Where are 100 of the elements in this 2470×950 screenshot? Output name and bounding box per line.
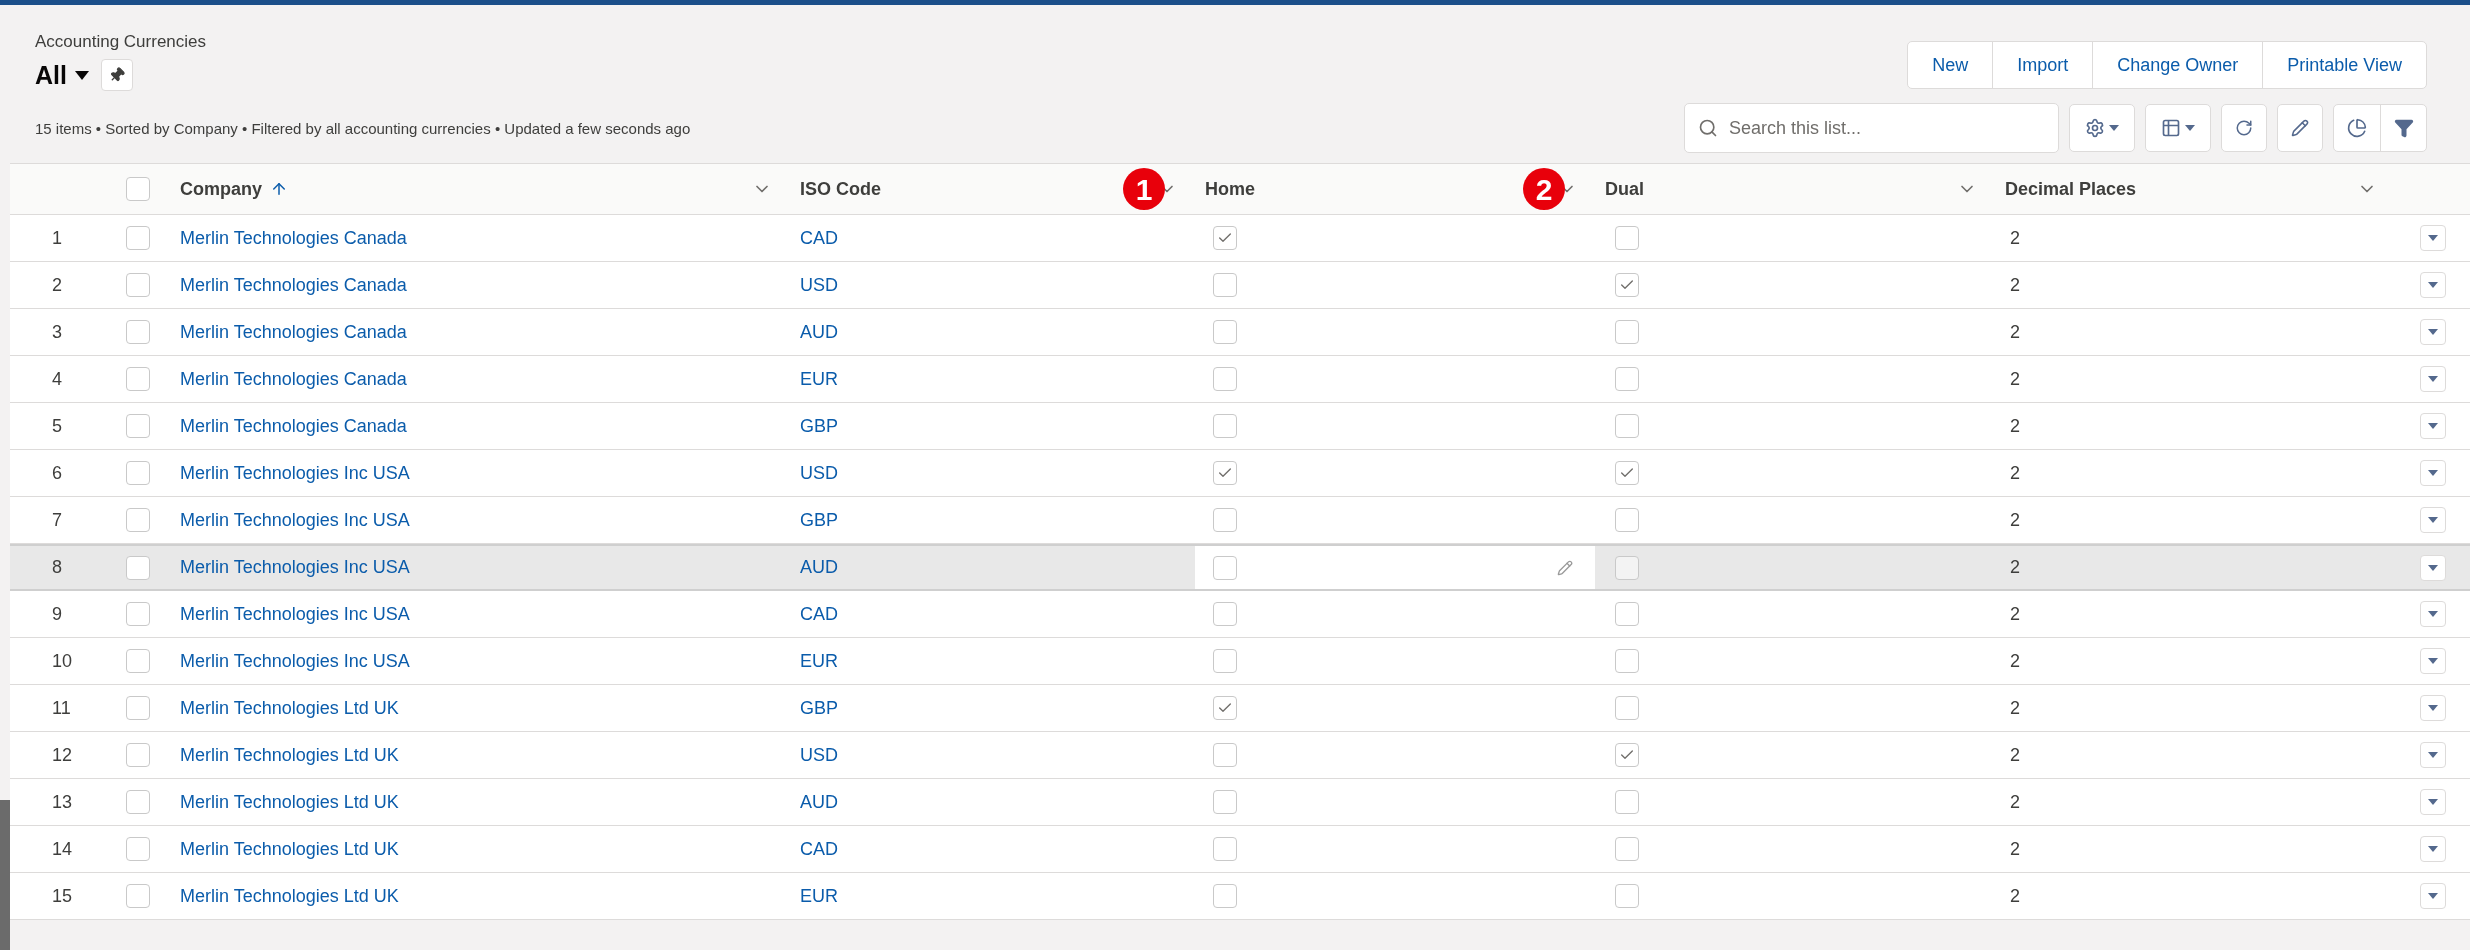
row-action-button[interactable] [2419,836,2446,862]
checkbox[interactable] [1213,696,1237,720]
checkbox[interactable] [125,226,150,250]
settings-button[interactable] [2069,104,2135,152]
row-action-button[interactable] [2419,272,2446,298]
row-action-button[interactable] [2419,695,2446,721]
iso-code-link[interactable]: EUR [800,650,838,671]
column-header[interactable]: Decimal Places [1995,164,2395,214]
checkbox[interactable] [1213,837,1237,861]
checkbox[interactable] [1213,226,1237,250]
checkbox[interactable] [125,696,150,720]
table-row[interactable]: 8 Merlin Technologies Inc USA AUD 2 [10,544,2470,591]
row-action-button[interactable] [2419,554,2446,581]
company-link[interactable]: Merlin Technologies Inc USA [180,650,410,671]
row-action-button[interactable] [2419,742,2446,768]
checkbox[interactable] [1615,837,1639,861]
company-link[interactable]: Merlin Technologies Canada [180,368,407,389]
checkbox[interactable] [125,367,150,391]
company-link[interactable]: Merlin Technologies Ltd UK [180,838,399,859]
checkbox[interactable] [1213,414,1237,438]
checkbox[interactable] [125,743,150,767]
checkbox[interactable] [1615,367,1639,391]
checkbox[interactable] [1615,273,1639,297]
checkbox[interactable] [1615,320,1639,344]
iso-code-link[interactable]: CAD [800,227,838,248]
checkbox[interactable] [1615,555,1639,580]
column-header[interactable]: Dual [1595,164,1995,214]
company-link[interactable]: Merlin Technologies Canada [180,274,407,295]
checkbox[interactable] [1615,649,1639,673]
pencil-icon[interactable] [1557,559,1573,576]
iso-code-link[interactable]: EUR [800,885,838,906]
action-button[interactable]: Printable View [2262,42,2426,88]
checkbox[interactable] [1615,461,1639,485]
checkbox[interactable] [125,602,150,626]
row-action-button[interactable] [2419,507,2446,533]
row-action-button[interactable] [2419,225,2446,251]
checkbox[interactable] [1213,508,1237,532]
checkbox[interactable] [125,177,150,201]
checkbox[interactable] [1213,273,1237,297]
edit-button[interactable] [2277,104,2323,152]
checkbox[interactable] [125,837,150,861]
table-view-button[interactable] [2145,104,2211,152]
checkbox[interactable] [1213,320,1237,344]
action-button[interactable]: Import [1992,42,2093,88]
company-link[interactable]: Merlin Technologies Ltd UK [180,885,399,906]
iso-code-link[interactable]: EUR [800,368,838,389]
list-view-selector[interactable]: All [35,56,89,94]
checkbox[interactable] [125,884,150,908]
iso-code-link[interactable]: AUD [800,321,838,342]
iso-code-link[interactable]: USD [800,274,838,295]
row-action-button[interactable] [2419,789,2446,815]
company-link[interactable]: Merlin Technologies Ltd UK [180,791,399,812]
checkbox[interactable] [1615,508,1639,532]
row-action-button[interactable] [2419,601,2446,627]
checkbox[interactable] [1615,884,1639,908]
iso-code-link[interactable]: GBP [800,509,838,530]
search-field[interactable]: Search this list... [1684,103,2059,153]
column-header[interactable]: Company [170,164,790,214]
checkbox[interactable] [1213,743,1237,767]
company-link[interactable]: Merlin Technologies Canada [180,227,407,248]
row-action-button[interactable] [2419,413,2446,439]
iso-code-link[interactable]: GBP [800,415,838,436]
company-link[interactable]: Merlin Technologies Ltd UK [180,697,399,718]
checkbox[interactable] [125,555,150,580]
row-action-button[interactable] [2419,648,2446,674]
iso-code-link[interactable]: USD [800,462,838,483]
row-action-button[interactable] [2419,366,2446,392]
row-action-button[interactable] [2419,883,2446,909]
checkbox[interactable] [125,790,150,814]
checkbox[interactable] [125,649,150,673]
checkbox[interactable] [1213,884,1237,908]
action-button[interactable]: New [1908,42,1993,88]
checkbox[interactable] [1213,649,1237,673]
company-link[interactable]: Merlin Technologies Inc USA [180,509,410,530]
iso-code-link[interactable]: AUD [800,791,838,812]
company-link[interactable]: Merlin Technologies Inc USA [180,603,410,624]
column-header[interactable]: ISO Code 1 [790,164,1195,214]
checkbox[interactable] [1213,790,1237,814]
checkbox[interactable] [1213,367,1237,391]
checkbox[interactable] [1213,461,1237,485]
row-action-button[interactable] [2419,460,2446,486]
checkbox[interactable] [1615,743,1639,767]
company-link[interactable]: Merlin Technologies Canada [180,321,407,342]
checkbox[interactable] [125,273,150,297]
column-header[interactable]: Home 2 [1195,164,1595,214]
action-button[interactable]: Change Owner [2092,42,2263,88]
checkbox[interactable] [1213,602,1237,626]
checkbox[interactable] [125,508,150,532]
checkbox[interactable] [1213,555,1237,580]
iso-code-link[interactable]: CAD [800,838,838,859]
checkbox[interactable] [125,461,150,485]
checkbox[interactable] [1615,414,1639,438]
checkbox[interactable] [125,320,150,344]
checkbox[interactable] [1615,790,1639,814]
iso-code-link[interactable]: AUD [800,557,838,577]
company-link[interactable]: Merlin Technologies Inc USA [180,462,410,483]
refresh-button[interactable] [2221,104,2267,152]
company-link[interactable]: Merlin Technologies Ltd UK [180,744,399,765]
checkbox[interactable] [1615,226,1639,250]
iso-code-link[interactable]: USD [800,744,838,765]
